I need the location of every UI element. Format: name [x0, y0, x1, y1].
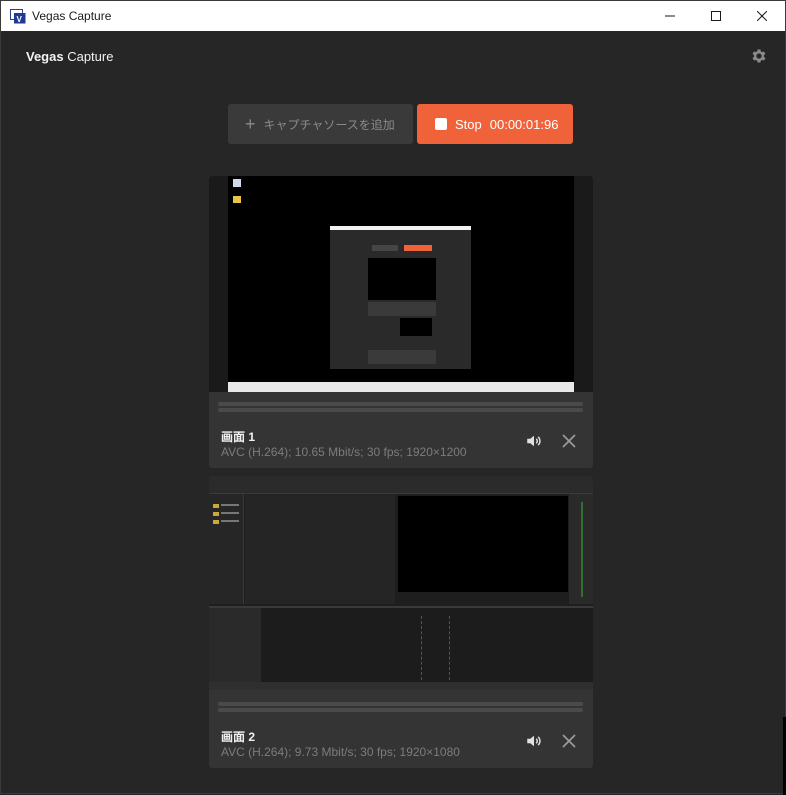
desktop-icon [233, 179, 241, 187]
title-bar: V Vegas Capture [1, 1, 785, 31]
capture-source-card: 画面 2 AVC (H.264); 9.73 Mbit/s; 30 fps; 1… [209, 476, 593, 768]
nested-window-thumbnail [330, 226, 471, 369]
audio-meter [218, 408, 583, 412]
editor-statusbar-thumbnail [209, 682, 593, 690]
close-icon[interactable] [561, 433, 577, 449]
minimize-button[interactable] [647, 1, 693, 31]
stop-label: Stop [455, 116, 482, 132]
app-icon: V [10, 9, 26, 24]
window-title: Vegas Capture [32, 9, 112, 23]
brand-rest: Capture [63, 49, 114, 64]
close-window-button[interactable] [739, 1, 785, 31]
stop-button[interactable]: Stop 00:00:01:96 [417, 104, 573, 144]
audio-meter [218, 708, 583, 712]
add-source-label: キャプチャソースを追加 [263, 117, 395, 132]
speaker-icon[interactable] [525, 732, 543, 750]
source-preview [209, 476, 593, 690]
editor-explorer-thumbnail [209, 494, 244, 604]
plus-icon: + [245, 114, 256, 134]
add-capture-source-button[interactable]: + キャプチャソースを追加 [228, 104, 413, 144]
source-info: AVC (H.264); 10.65 Mbit/s; 30 fps; 1920×… [221, 445, 467, 459]
brand-bold: Vegas [26, 49, 64, 64]
source-info: AVC (H.264); 9.73 Mbit/s; 30 fps; 1920×1… [221, 745, 460, 759]
desktop-thumbnail [228, 176, 574, 392]
editor-toolbar-thumbnail [209, 476, 593, 494]
source-name: 画面 1 [221, 430, 256, 444]
editor-media-thumbnail [245, 494, 395, 604]
desktop-taskbar [228, 382, 574, 392]
editor-timeline-thumbnail [209, 606, 593, 684]
capture-source-card: 画面 1 AVC (H.264); 10.65 Mbit/s; 30 fps; … [209, 176, 593, 468]
minimize-icon [665, 15, 675, 17]
maximize-icon [711, 11, 721, 21]
app-brand: Vegas Capture [26, 49, 113, 64]
close-icon[interactable] [561, 733, 577, 749]
folder-icon [233, 196, 241, 203]
source-preview [209, 176, 593, 392]
editor-meter-thumbnail [569, 494, 593, 604]
close-window-icon [757, 11, 767, 21]
audio-meter [218, 402, 583, 406]
recording-timer: 00:00:01:96 [489, 116, 559, 132]
source-name: 画面 2 [221, 730, 256, 744]
svg-text:V: V [17, 15, 23, 24]
maximize-button[interactable] [693, 1, 739, 31]
speaker-icon[interactable] [525, 432, 543, 450]
editor-track-header-thumbnail [209, 608, 261, 684]
gear-icon[interactable] [750, 47, 768, 65]
stop-icon [435, 118, 447, 130]
app-window: V Vegas Capture Vegas Capture + キャプチャソース… [0, 0, 786, 795]
audio-meter [218, 702, 583, 706]
editor-preview-thumbnail [398, 496, 568, 592]
